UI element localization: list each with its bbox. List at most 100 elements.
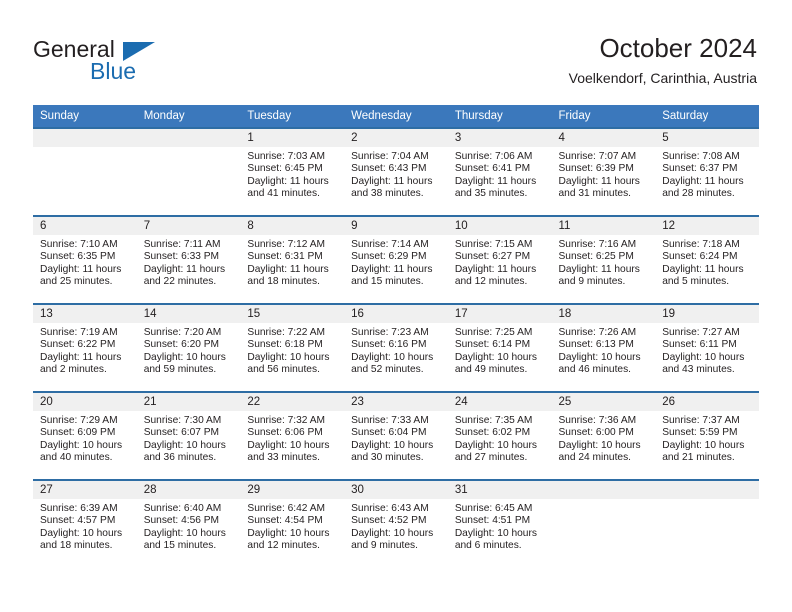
day-sunrise-text: Sunrise: 7:04 AM (351, 151, 429, 162)
day-sunset-text: Sunset: 6:37 PM (662, 163, 738, 175)
day-daylight-line2-text: and 31 minutes. (558, 188, 632, 200)
day-number (33, 129, 137, 147)
day-sunset-text: Sunset: 6:04 PM (351, 427, 427, 439)
day-daylight-line2-text: and 6 minutes. (454, 540, 522, 552)
day-details: Sunrise: 7:10 AM Sunset: 6:35 PM Daylight:… (33, 235, 137, 289)
calendar-day-cell[interactable]: 12 Sunrise: 7:18 AM Sunset: 6:24 PM Dayligh… (655, 215, 759, 304)
calendar-day-cell[interactable]: 10 Sunrise: 7:15 AM Sunset: 6:27 PM Dayligh… (447, 215, 552, 304)
calendar-day-cell[interactable]: 25 Sunrise: 7:36 AM Sunset: 6:00 PM Dayligh… (551, 391, 656, 480)
day-details: Sunrise: 7:08 AM Sunset: 6:37 PM Daylight:… (655, 147, 759, 201)
calendar-day-cell[interactable]: 21 Sunrise: 7:30 AM Sunset: 6:07 PM Dayligh… (136, 391, 241, 480)
calendar-day-cell[interactable]: 18 Sunrise: 7:26 AM Sunset: 6:13 PM Dayligh… (551, 303, 656, 392)
general-blue-logo[interactable]: General Blue (33, 38, 213, 86)
calendar-day-cell-empty (551, 479, 656, 568)
day-sunset-text: Sunset: 6:45 PM (247, 163, 323, 175)
day-sunset-text: Sunset: 4:52 PM (351, 515, 427, 527)
day-sunset-text: Sunset: 6:11 PM (662, 339, 737, 351)
calendar-day-cell[interactable]: 9 Sunrise: 7:14 AM Sunset: 6:29 PM Daylight… (344, 215, 448, 304)
day-sunrise-text: Sunrise: 7:29 AM (40, 415, 118, 426)
calendar-day-cell[interactable]: 31 Sunrise: 6:45 AM Sunset: 4:51 PM Dayligh… (447, 479, 552, 568)
day-sunset-text: Sunset: 6:13 PM (558, 339, 634, 351)
day-sunrise-text: Sunrise: 7:14 AM (351, 239, 429, 250)
day-number: 18 (551, 305, 656, 323)
day-number: 4 (551, 129, 656, 147)
day-sunset-text: Sunset: 6:18 PM (247, 339, 323, 351)
day-number: 24 (447, 393, 552, 411)
calendar-day-cell[interactable]: 8 Sunrise: 7:12 AM Sunset: 6:31 PM Daylight… (240, 215, 345, 304)
day-number: 30 (344, 481, 448, 499)
day-details: Sunrise: 7:18 AM Sunset: 6:24 PM Daylight:… (655, 235, 759, 289)
day-number: 12 (655, 217, 759, 235)
calendar-day-cell[interactable]: 20 Sunrise: 7:29 AM Sunset: 6:09 PM Dayligh… (33, 391, 137, 480)
day-daylight-line1-text: Daylight: 11 hours (558, 175, 640, 187)
day-sunrise-text: Sunrise: 6:42 AM (247, 503, 325, 514)
calendar-day-cell[interactable]: 22 Sunrise: 7:32 AM Sunset: 6:06 PM Dayligh… (240, 391, 345, 480)
calendar-day-cell[interactable]: 5 Sunrise: 7:08 AM Sunset: 6:37 PM Daylight… (655, 127, 759, 216)
day-sunrise-text: Sunrise: 7:06 AM (454, 151, 533, 162)
day-details: Sunrise: 7:06 AM Sunset: 6:41 PM Daylight:… (448, 147, 552, 201)
day-number (136, 129, 241, 147)
day-sunset-text: Sunset: 6:22 PM (40, 339, 116, 351)
calendar-day-cell[interactable]: 30 Sunrise: 6:43 AM Sunset: 4:52 PM Dayligh… (344, 479, 448, 568)
title-block: October 2024 Voelkendorf, Carinthia, Aus… (569, 33, 757, 87)
day-daylight-line1-text: Daylight: 10 hours (40, 439, 123, 451)
calendar-day-cell[interactable]: 6 Sunrise: 7:10 AM Sunset: 6:35 PM Daylight… (33, 215, 137, 304)
weekday-header-thursday: Thursday (447, 105, 552, 128)
calendar-day-cell[interactable]: 2 Sunrise: 7:04 AM Sunset: 6:43 PM Daylight… (344, 127, 448, 216)
day-sunrise-text: Sunrise: 7:26 AM (558, 327, 637, 338)
calendar-day-cell[interactable]: 16 Sunrise: 7:23 AM Sunset: 6:16 PM Dayligh… (344, 303, 448, 392)
calendar-day-cell[interactable]: 3 Sunrise: 7:06 AM Sunset: 6:41 PM Daylight… (447, 127, 552, 216)
calendar-day-cell[interactable]: 19 Sunrise: 7:27 AM Sunset: 6:11 PM Dayligh… (655, 303, 759, 392)
day-sunset-text: Sunset: 6:41 PM (454, 163, 531, 175)
day-daylight-line2-text: and 18 minutes. (247, 276, 320, 288)
sunrise-sunset-calendar: Sunday Monday Tuesday Wednesday Thursday… (33, 105, 759, 568)
day-number: 2 (344, 129, 448, 147)
day-daylight-line1-text: Daylight: 10 hours (143, 527, 226, 539)
calendar-day-cell[interactable]: 23 Sunrise: 7:33 AM Sunset: 6:04 PM Dayligh… (344, 391, 448, 480)
day-daylight-line2-text: and 36 minutes. (143, 452, 217, 464)
day-daylight-line1-text: Daylight: 10 hours (662, 439, 745, 451)
day-daylight-line2-text: and 56 minutes. (247, 364, 320, 376)
location-subtitle: Voelkendorf, Carinthia, Austria (568, 70, 757, 86)
calendar-day-cell[interactable]: 24 Sunrise: 7:35 AM Sunset: 6:02 PM Dayligh… (447, 391, 552, 480)
day-details: Sunrise: 7:03 AM Sunset: 6:45 PM Daylight:… (240, 147, 344, 201)
calendar-day-cell[interactable]: 28 Sunrise: 6:40 AM Sunset: 4:56 PM Dayligh… (136, 479, 241, 568)
day-daylight-line2-text: and 5 minutes. (662, 276, 730, 288)
day-sunrise-text: Sunrise: 7:33 AM (351, 415, 429, 426)
calendar-day-cell[interactable]: 13 Sunrise: 7:19 AM Sunset: 6:22 PM Dayligh… (33, 303, 137, 392)
day-sunrise-text: Sunrise: 6:43 AM (351, 503, 429, 514)
day-sunrise-text: Sunrise: 7:22 AM (247, 327, 325, 338)
calendar-day-cell[interactable]: 1 Sunrise: 7:03 AM Sunset: 6:45 PM Daylight… (240, 127, 345, 216)
day-sunrise-text: Sunrise: 7:35 AM (454, 415, 533, 426)
day-daylight-line1-text: Daylight: 11 hours (454, 263, 537, 275)
calendar-day-cell[interactable]: 4 Sunrise: 7:07 AM Sunset: 6:39 PM Daylight… (551, 127, 656, 216)
day-sunrise-text: Sunrise: 7:11 AM (143, 239, 221, 250)
calendar-day-cell[interactable]: 14 Sunrise: 7:20 AM Sunset: 6:20 PM Dayligh… (136, 303, 241, 392)
day-daylight-line2-text: and 38 minutes. (351, 188, 424, 200)
weekday-header-tuesday: Tuesday (240, 105, 345, 128)
day-daylight-line1-text: Daylight: 10 hours (40, 527, 123, 539)
calendar-day-cell[interactable]: 29 Sunrise: 6:42 AM Sunset: 4:54 PM Dayligh… (240, 479, 345, 568)
day-sunrise-text: Sunrise: 7:10 AM (40, 239, 118, 250)
calendar-day-cell[interactable]: 15 Sunrise: 7:22 AM Sunset: 6:18 PM Dayligh… (240, 303, 345, 392)
day-details: Sunrise: 6:43 AM Sunset: 4:52 PM Daylight:… (344, 499, 448, 553)
day-sunset-text: Sunset: 4:56 PM (143, 515, 220, 527)
day-number: 23 (344, 393, 448, 411)
day-sunrise-text: Sunrise: 7:03 AM (247, 151, 325, 162)
calendar-day-cell[interactable]: 7 Sunrise: 7:11 AM Sunset: 6:33 PM Daylight… (136, 215, 241, 304)
calendar-day-cell[interactable]: 27 Sunrise: 6:39 AM Sunset: 4:57 PM Dayligh… (33, 479, 137, 568)
calendar-day-cell[interactable]: 11 Sunrise: 7:16 AM Sunset: 6:25 PM Dayligh… (551, 215, 656, 304)
day-details: Sunrise: 6:42 AM Sunset: 4:54 PM Daylight:… (240, 499, 344, 553)
day-details: Sunrise: 7:20 AM Sunset: 6:20 PM Daylight:… (137, 323, 241, 377)
weekday-header-row: Sunday Monday Tuesday Wednesday Thursday… (33, 105, 759, 128)
calendar-day-cell[interactable]: 17 Sunrise: 7:25 AM Sunset: 6:14 PM Dayligh… (447, 303, 552, 392)
day-details: Sunrise: 7:32 AM Sunset: 6:06 PM Daylight:… (240, 411, 344, 465)
day-daylight-line2-text: and 28 minutes. (662, 188, 735, 200)
calendar-day-cell[interactable]: 26 Sunrise: 7:37 AM Sunset: 5:59 PM Dayligh… (655, 391, 759, 480)
day-daylight-line2-text: and 52 minutes. (351, 364, 424, 376)
day-number: 8 (240, 217, 345, 235)
day-details: Sunrise: 7:15 AM Sunset: 6:27 PM Daylight:… (448, 235, 552, 289)
day-sunset-text: Sunset: 6:06 PM (247, 427, 323, 439)
day-number: 3 (447, 129, 552, 147)
day-number (551, 481, 656, 499)
